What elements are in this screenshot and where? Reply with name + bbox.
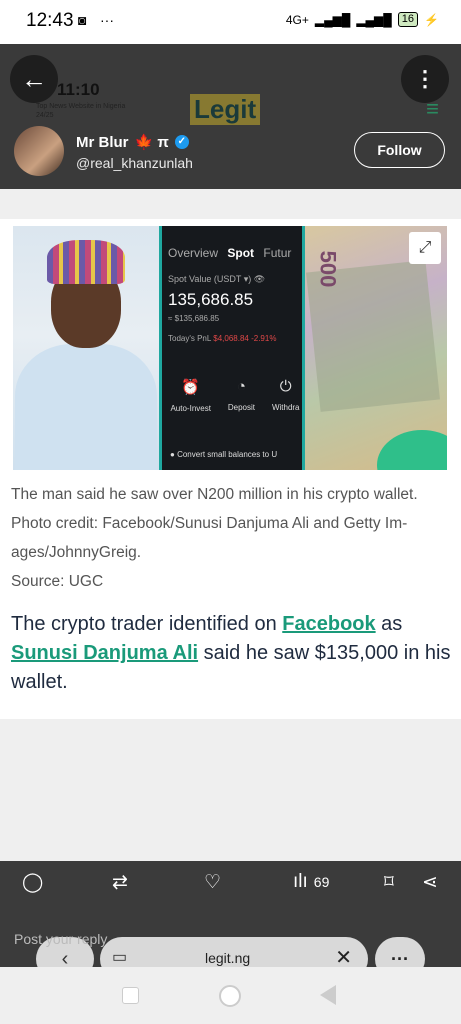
convert-text: ● Convert small balances to U xyxy=(170,450,278,459)
repost-icon[interactable]: ⇄ xyxy=(112,871,128,894)
signal-icon-2: ▂▄▆█ xyxy=(356,12,392,27)
convert-label: Convert small balances to U xyxy=(177,450,278,459)
person-photo xyxy=(13,226,159,470)
deposit-icon: ◔ xyxy=(236,378,246,395)
author-handle[interactable]: @real_khanzunlah xyxy=(76,155,193,171)
author-name-row[interactable]: Mr Blur 🍁 π ✓ xyxy=(76,133,189,151)
home-button[interactable] xyxy=(219,985,241,1007)
follow-button[interactable]: Follow xyxy=(354,132,445,168)
spot-usd: ≈ $135,686.85 xyxy=(168,314,220,323)
person-cap xyxy=(47,240,125,284)
hamburger-icon: ≡ xyxy=(426,96,439,121)
article-card: Overview Spot Futur Spot Value (USDT ▾) … xyxy=(0,219,461,719)
inner-status-time: 11:10 xyxy=(57,80,100,99)
post-action-bar: ◯ ⇄ ♡ ılı 69 ⌑ ⋖ xyxy=(0,861,461,907)
pnl-label: Today's PnL xyxy=(168,334,212,343)
facebook-link[interactable]: Facebook xyxy=(282,613,375,635)
phone-tab-futures: Futur xyxy=(263,246,292,260)
phone-tabs: Overview Spot Futur xyxy=(168,246,291,260)
expand-button[interactable]: ⤢ xyxy=(409,232,441,264)
phone-action-deposit: ◔ Deposit xyxy=(228,378,255,413)
pnl-row: Today's PnL $4,068.84 -2.91% xyxy=(168,334,276,343)
network-type: 4G+ xyxy=(285,12,309,27)
caption-line: ages/JohnnyGreig. xyxy=(11,544,142,561)
paragraph-text: as xyxy=(375,613,403,635)
phone-action-label: Deposit xyxy=(227,403,255,412)
phone-tab-overview: Overview xyxy=(168,246,219,260)
paragraph-text: The crypto trader identified on xyxy=(11,613,283,635)
pnl-value: $4,068.84 -2.91% xyxy=(213,334,277,343)
avatar[interactable] xyxy=(14,126,64,176)
caption-source: Source: UGC xyxy=(11,573,104,590)
bar-chart-icon: ılı xyxy=(293,871,308,892)
power-icon: ⏻ xyxy=(279,378,292,395)
spot-label: Spot Value (USDT ▾) 👁 xyxy=(168,274,266,284)
clock-icon: ⏰ xyxy=(181,379,201,396)
hero-image[interactable]: Overview Spot Futur Spot Value (USDT ▾) … xyxy=(13,226,447,470)
status-bar: 12:43 ◙ ··· 4G+ ▂▄▆█ ▂▄▆█ 16 ⚡ xyxy=(0,0,461,44)
phone-action-autoinvest: ⏰ Auto-Invest xyxy=(170,378,210,413)
recents-button[interactable] xyxy=(122,987,139,1004)
status-time: 12:43 xyxy=(26,10,74,31)
bookmark-icon[interactable]: ⌑ xyxy=(384,871,394,894)
back-nav-button[interactable] xyxy=(320,985,336,1005)
charging-icon: ⚡ xyxy=(424,12,439,27)
verified-badge-icon: ✓ xyxy=(174,135,189,149)
person-link[interactable]: Sunusi Danjuma Ali xyxy=(11,642,198,664)
share-icon[interactable]: ⋖ xyxy=(422,871,438,894)
signal-icon: ▂▄▆█ xyxy=(314,12,351,27)
caption-line: Photo credit: Facebook/Sunusi Danjuma Al… xyxy=(11,515,408,532)
views-button[interactable]: ılı 69 xyxy=(293,871,329,893)
reply-input[interactable]: Post your reply xyxy=(14,931,107,947)
reply-bar: Post your reply ‹ ▭ legit.ng ✕ ··· xyxy=(0,907,461,981)
views-count: 69 xyxy=(313,874,330,890)
tabs-icon[interactable]: ▭ xyxy=(112,947,127,967)
site-logo: Legit xyxy=(190,94,261,125)
site-tagline: Top News Website in Nigeria 24/25 xyxy=(36,103,126,119)
status-dots: ··· xyxy=(100,12,114,28)
author-name: Mr Blur xyxy=(76,133,129,151)
article-paragraph: The crypto trader identified on Facebook… xyxy=(11,610,451,697)
app-notification-icon: ◙ xyxy=(78,12,87,28)
banknote-denomination: 500 xyxy=(315,250,341,288)
green-decoration xyxy=(377,430,447,470)
expand-arrows-icon: ⤢ xyxy=(418,239,432,256)
comment-icon[interactable]: ◯ xyxy=(22,871,43,894)
phone-tab-spot: Spot xyxy=(227,246,255,260)
phone-screenshot: Overview Spot Futur Spot Value (USDT ▾) … xyxy=(159,226,305,470)
image-caption: The man said he saw over N200 million in… xyxy=(11,480,451,596)
status-right: 4G+ ▂▄▆█ ▂▄▆█ 16 ⚡ xyxy=(286,12,439,27)
spot-value: 135,686.85 xyxy=(168,290,254,309)
vertical-dots-icon: ⋮ xyxy=(414,66,436,91)
phone-action-withdraw: ⏻ Withdra xyxy=(272,378,300,413)
more-options-button[interactable]: ⋮ xyxy=(401,55,449,103)
phone-action-label: Auto-Invest xyxy=(170,404,211,413)
person-body xyxy=(15,344,157,470)
author-badges: 🍁 π xyxy=(134,134,169,151)
system-nav-bar xyxy=(0,967,461,1024)
arrow-left-icon: ← xyxy=(21,63,47,94)
back-button[interactable]: ← xyxy=(10,55,58,103)
phone-actions: ⏰ Auto-Invest ◔ Deposit ⏻ Withdra xyxy=(162,378,308,413)
caption-line: The man said he saw over N200 million in… xyxy=(11,486,418,503)
browser-url: legit.ng xyxy=(205,950,251,966)
phone-action-label: Withdra xyxy=(271,403,300,412)
battery-icon: 16 xyxy=(397,12,419,27)
screen: 12:43 ◙ ··· 4G+ ▂▄▆█ ▂▄▆█ 16 ⚡ 11:10 6 ←… xyxy=(0,0,461,1024)
heart-icon[interactable]: ♡ xyxy=(204,871,221,894)
